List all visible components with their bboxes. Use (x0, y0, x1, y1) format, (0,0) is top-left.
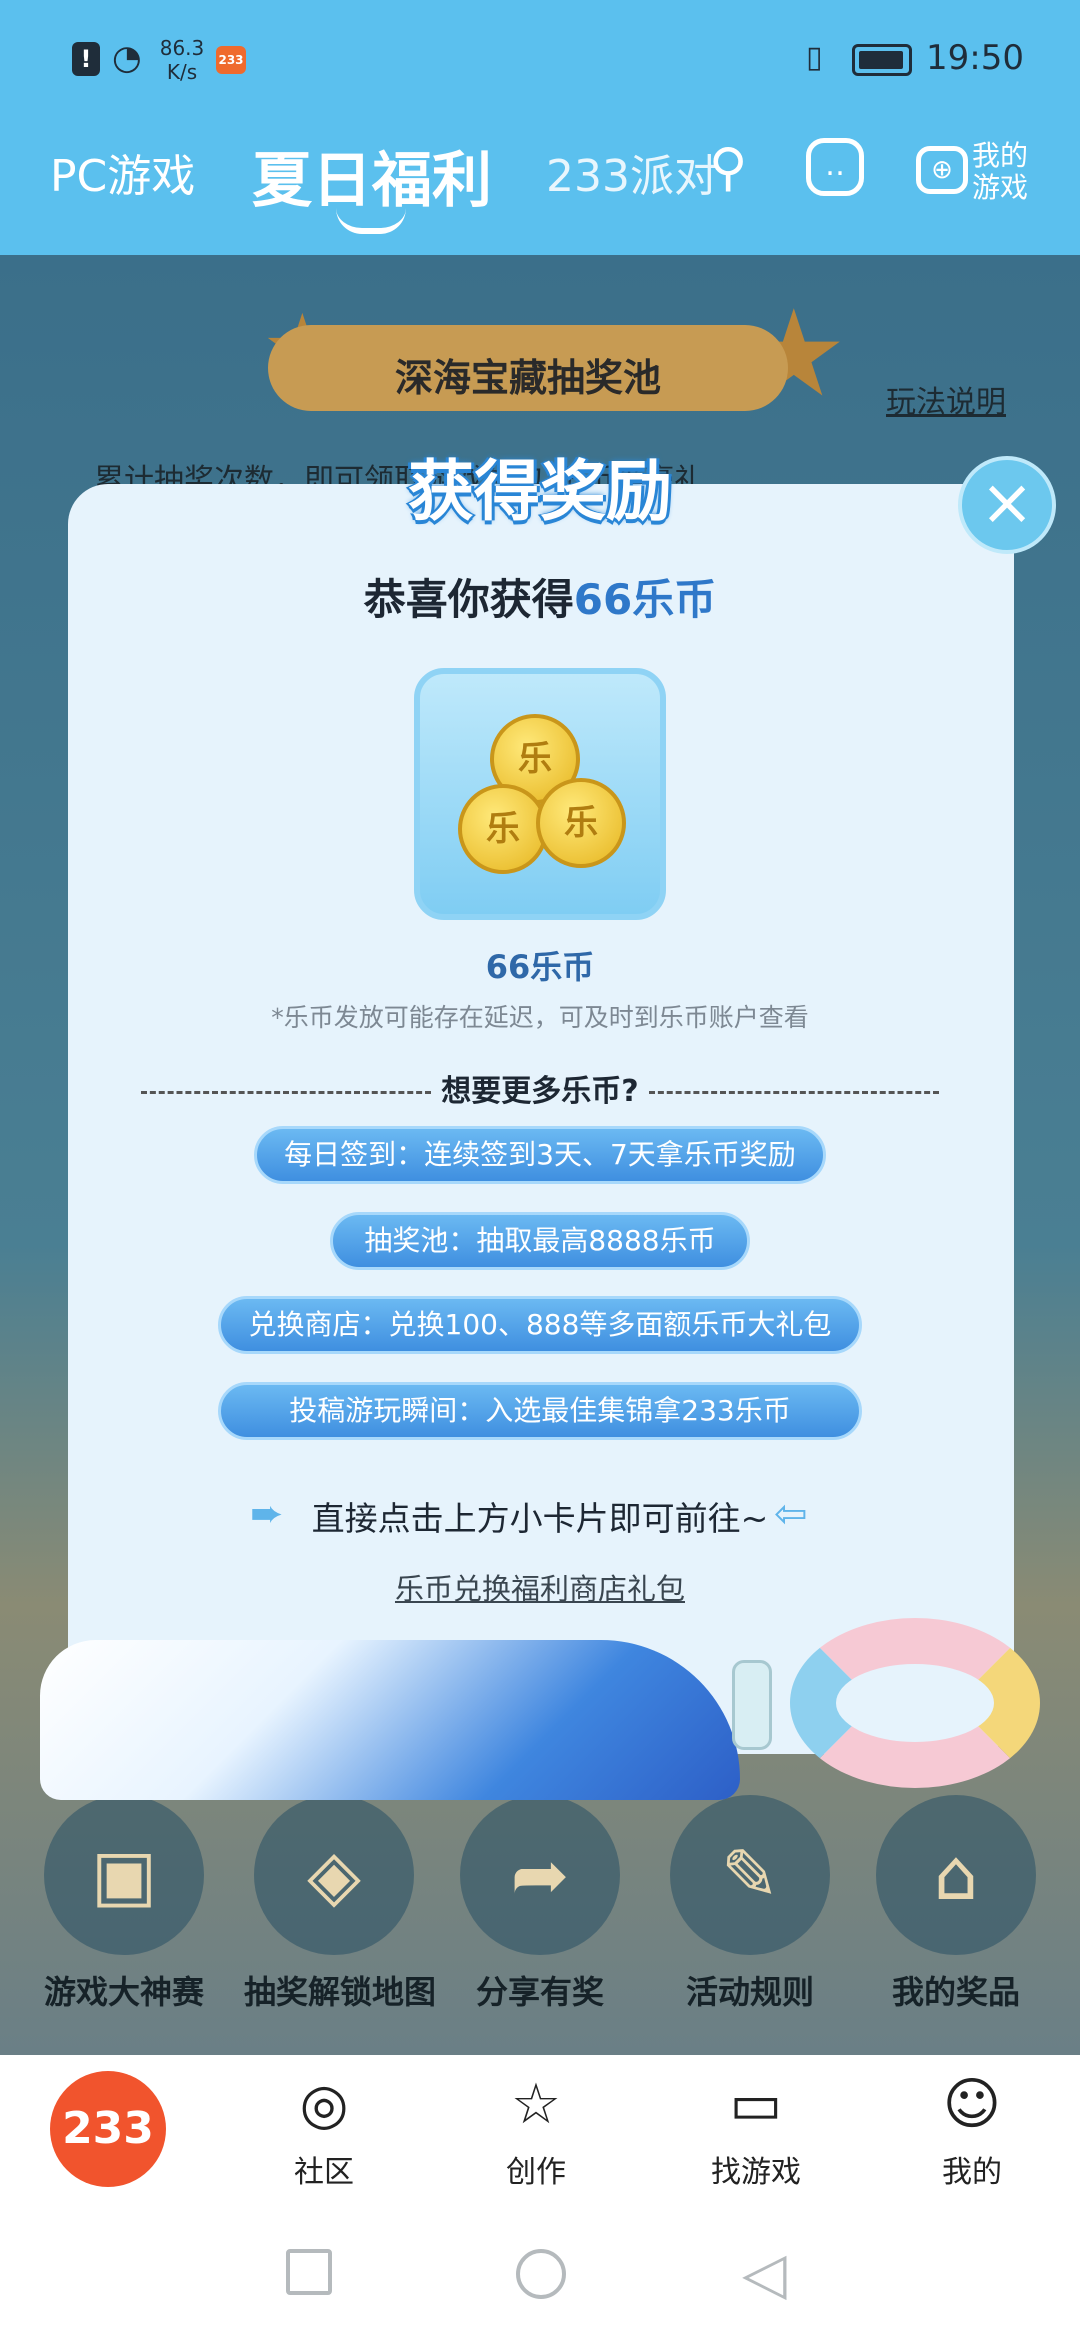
home-233-button[interactable]: 233 (50, 2071, 166, 2187)
planet-icon: ◎ (299, 2072, 349, 2137)
coin-icon: 乐 (458, 784, 548, 874)
entry-label: 分享有奖 (475, 1973, 604, 2011)
clock: 19:50 (926, 38, 1024, 78)
my-games-button[interactable]: 我的游戏 (972, 140, 1036, 204)
reward-name: 66乐币 (485, 948, 595, 986)
nav-community[interactable]: ◎ 社区 (254, 2069, 394, 2191)
entry-label: 游戏大神赛 (43, 1973, 204, 2011)
entry-label: 活动规则 (685, 1973, 814, 2011)
submit-moment-card[interactable]: 投稿游玩瞬间：入选最佳集锦拿233乐币 (218, 1382, 862, 1440)
net-speed: 86.3 K/s (159, 36, 205, 84)
more-coins-title: 想要更多乐币? (441, 1074, 639, 1109)
nav-label: 社区 (294, 2155, 354, 2190)
delay-note: *乐币发放可能存在延迟，可及时到乐币账户查看 (271, 1003, 809, 1032)
entry-unlock-map[interactable]: ◈ 抽奖解锁地图 (244, 1795, 437, 2013)
gamepad-icon: ▭ (729, 2072, 783, 2137)
tv-icon: ▣ (44, 1795, 204, 1955)
entry-my-prizes[interactable]: ⌂ 我的奖品 (866, 1795, 1046, 2013)
alert-icon: ! (72, 42, 100, 76)
congrats-prefix: 恭喜你获得 (363, 575, 574, 624)
nav-find-games[interactable]: ▭ 找游戏 (686, 2069, 826, 2191)
coin-reward-card: 乐 乐 乐 (414, 668, 666, 920)
swim-ring-decoration (790, 1618, 1040, 1788)
status-bar: ! ◔ 86.3 K/s 233 ▯ 19:50 (0, 0, 1080, 120)
gift-icon: ⌂ (876, 1795, 1036, 1955)
nav-me[interactable]: ☺ 我的 (902, 2069, 1042, 2191)
entry-share[interactable]: ➦ 分享有奖 (450, 1795, 630, 2013)
book-icon: ✎ (670, 1795, 830, 1955)
nav-create[interactable]: ☆ 创作 (466, 2069, 606, 2191)
bottom-nav: 233 ◎ 社区 ☆ 创作 ▭ 找游戏 ☺ 我的 (0, 2055, 1080, 2215)
exchange-store-card[interactable]: 兑换商店：兑换100、888等多面额乐币大礼包 (218, 1296, 862, 1354)
profile-icon: ☺ (942, 2072, 1002, 2137)
daily-checkin-card[interactable]: 每日签到：连续签到3天、7天拿乐币奖励 (254, 1126, 826, 1184)
dashed-line (141, 1091, 432, 1094)
tab-summer-welfare[interactable]: 夏日福利 (252, 132, 492, 219)
wifi-icon: ◔ (112, 38, 142, 78)
congrats-amount: 66乐币 (573, 575, 717, 624)
entry-label: 抽奖解锁地图 (244, 1973, 437, 2011)
store-gift-link[interactable]: 乐币兑换福利商店礼包 (0, 1566, 1080, 1608)
dialog-title: 获得奖励 (408, 453, 672, 530)
recent-apps-button[interactable] (286, 2249, 332, 2295)
tab-233-party[interactable]: 233派对 (546, 140, 718, 204)
arrow-left-icon: ⇦ (774, 1491, 808, 1537)
close-icon[interactable]: × (958, 456, 1056, 554)
entry-game-master[interactable]: ▣ 游戏大神赛 (34, 1795, 214, 2013)
rules-link[interactable]: 玩法说明 (886, 377, 1006, 421)
entry-label: 我的奖品 (891, 1973, 1020, 2011)
message-icon[interactable]: ‥ (806, 138, 864, 196)
battery-icon (852, 44, 912, 76)
wave-decoration (40, 1640, 740, 1800)
go-hint: 直接点击上方小卡片即可前往~ (311, 1499, 769, 1538)
pool-title: 深海宝藏抽奖池 (394, 356, 661, 400)
star-icon: ☆ (510, 2072, 562, 2137)
bottle-decoration (732, 1660, 772, 1750)
share-icon: ➦ (460, 1795, 620, 1955)
lottery-pool-card[interactable]: 抽奖池：抽取最高8888乐币 (330, 1212, 750, 1270)
tab-pc-games[interactable]: PC游戏 (50, 140, 195, 204)
back-button[interactable]: ◁ (742, 2239, 787, 2307)
entry-event-rules[interactable]: ✎ 活动规则 (660, 1795, 840, 2013)
active-tab-indicator (336, 208, 406, 234)
map-icon: ◈ (254, 1795, 414, 1955)
app-notification-badge: 233 (216, 46, 246, 74)
nav-label: 找游戏 (711, 2155, 801, 2190)
coin-icon: 乐 (536, 778, 626, 868)
vibrate-icon: ▯ (806, 40, 823, 75)
congrats-text: 恭喜你获得66乐币 (0, 566, 1080, 627)
more-coins-divider: 想要更多乐币? (130, 1066, 950, 1110)
nav-label: 创作 (506, 2155, 566, 2190)
system-nav-bar: ◁ (0, 2215, 1080, 2340)
top-bar: ! ◔ 86.3 K/s 233 ▯ 19:50 PC游戏 夏日福利 233派对… (0, 0, 1080, 255)
nav-label: 我的 (942, 2155, 1002, 2190)
gamepad-icon[interactable]: ⊕ (916, 146, 968, 194)
home-button[interactable] (516, 2249, 566, 2299)
search-icon[interactable]: ⚲ (698, 138, 758, 198)
dashed-line (648, 1091, 939, 1094)
